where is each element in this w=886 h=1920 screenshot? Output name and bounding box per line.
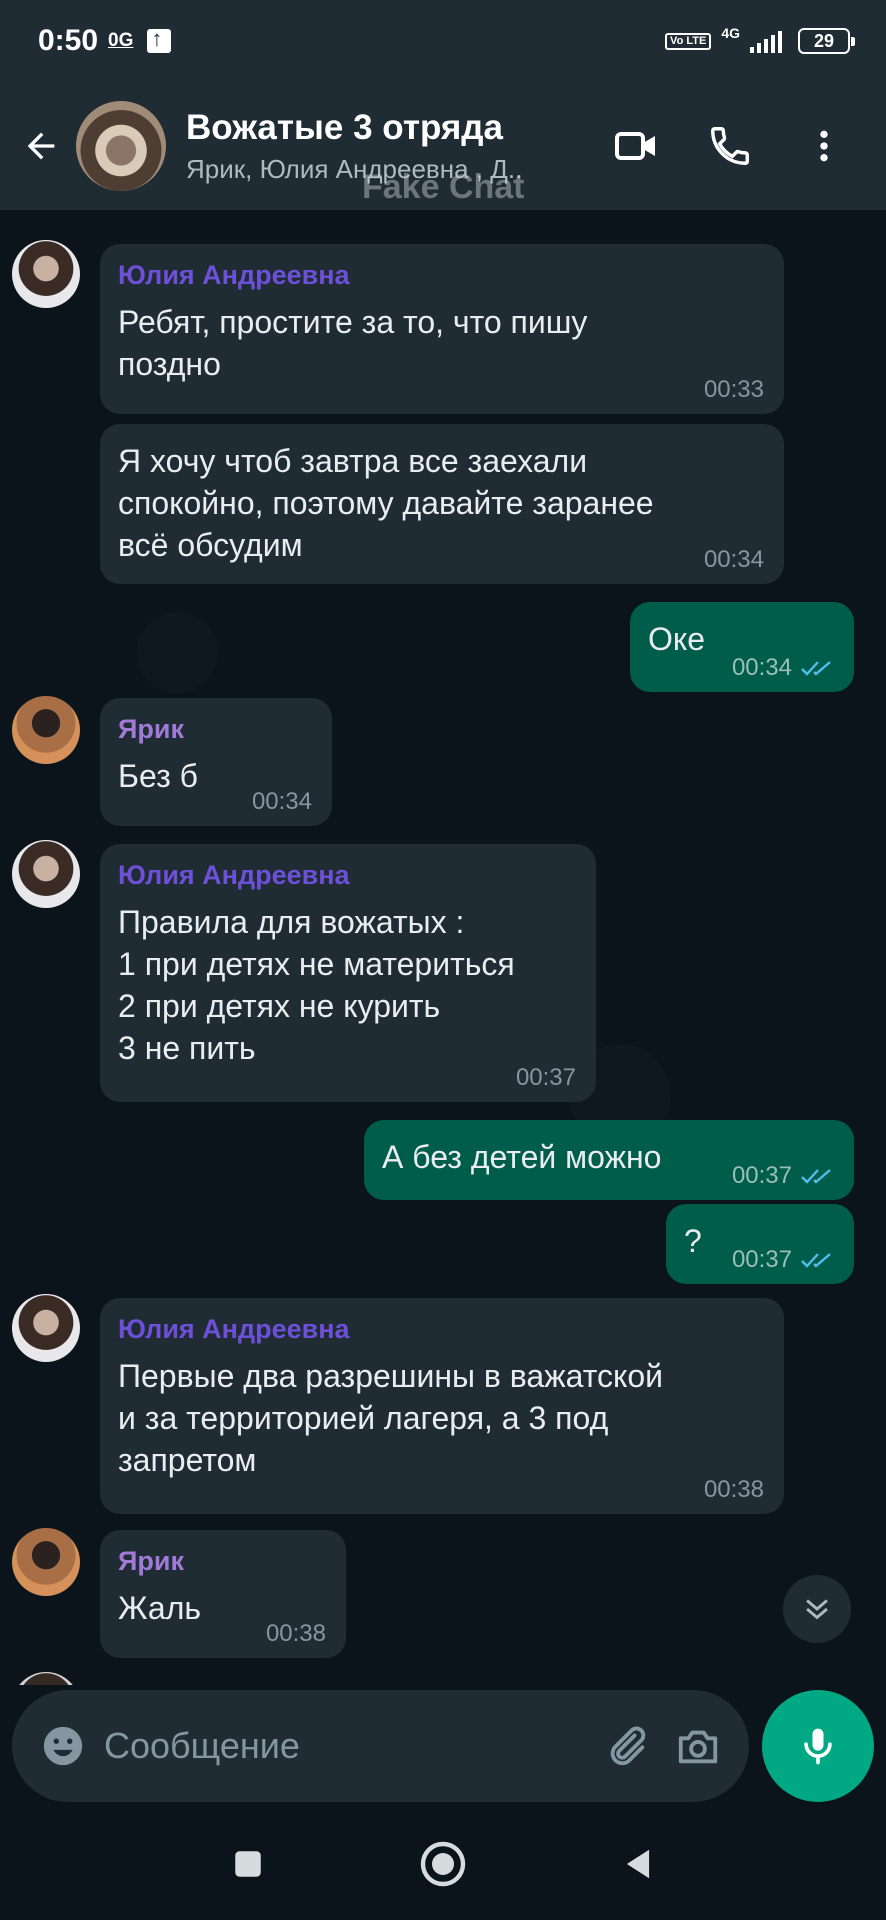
battery-icon: 29 [798, 28, 855, 54]
volte-icon: Vo LTE [665, 32, 712, 50]
status-indicators: Vo LTE 4G 29 [665, 25, 855, 54]
more-vertical-icon [820, 130, 828, 162]
sender-name[interactable]: Юлия Андреевна [118, 1314, 766, 1345]
read-ticks-icon [801, 661, 831, 676]
message-time: 00:34 [251, 788, 312, 815]
nav-circle-icon [420, 1841, 466, 1887]
message-text: Я хочу чтоб завтра все заехали спокойно,… [118, 443, 654, 563]
back-button[interactable] [18, 123, 64, 169]
signal-icon [750, 29, 782, 53]
group-avatar[interactable] [76, 101, 166, 191]
attach-icon [610, 1726, 646, 1766]
avatar[interactable] [12, 240, 80, 308]
status-bar: 0:50 0G Vo LTE 4G 29 [0, 0, 886, 82]
sender-name[interactable]: Ярик [118, 1546, 328, 1577]
message-time: 00:34 [703, 546, 764, 573]
header-actions [612, 122, 848, 170]
message-input[interactable] [104, 1725, 601, 1767]
message-time: 00:38 [265, 1620, 326, 1647]
message-time: 00:37 [515, 1064, 576, 1091]
message-list[interactable]: Юлия Андреевна Ребят, простите за то, чт… [0, 210, 886, 1685]
nav-triangle-icon [627, 1849, 650, 1879]
read-ticks-icon [801, 1253, 831, 1268]
upload-icon [147, 26, 172, 53]
phone-icon [711, 127, 749, 165]
message-time: 00:33 [703, 376, 764, 403]
battery-level: 29 [813, 30, 835, 51]
mic-icon [804, 1728, 832, 1765]
message-incoming[interactable]: Ярик Без б 00:34 [100, 698, 332, 826]
message-incoming[interactable]: Ярик Жаль 00:38 [100, 1530, 346, 1658]
emoji-icon [43, 1726, 83, 1766]
home-button[interactable] [413, 1834, 473, 1894]
network-type: 4G [721, 25, 740, 41]
camera-icon [678, 1730, 718, 1764]
back-arrow-icon [27, 132, 55, 160]
watermark: Fake Chat [362, 168, 525, 206]
sender-name[interactable]: Юлия Андреевна [118, 260, 766, 291]
camera-button[interactable] [673, 1721, 723, 1771]
voice-call-button[interactable] [706, 122, 754, 170]
message-time: 00:37 [732, 1246, 834, 1274]
message-text: Первые два разрешины в важатской и за те… [118, 1358, 664, 1478]
system-nav-bar [0, 1808, 886, 1920]
avatar[interactable] [12, 1294, 80, 1362]
message-time: 00:37 [732, 1162, 834, 1190]
read-ticks-icon [801, 1169, 831, 1184]
chevron-down-icon [806, 1599, 828, 1620]
avatar[interactable] [12, 1528, 80, 1596]
avatar[interactable] [12, 840, 80, 908]
attach-button[interactable] [601, 1721, 651, 1771]
nav-square-icon [234, 1851, 261, 1877]
message-incoming[interactable]: Я хочу чтоб завтра все заехали спокойно,… [100, 424, 784, 584]
scroll-to-bottom-button[interactable] [783, 1575, 851, 1643]
avatar[interactable] [12, 696, 80, 764]
message-time: 00:34 [732, 654, 834, 682]
message-incoming[interactable]: Юлия Андреевна Ребят, простите за то, чт… [100, 244, 784, 414]
video-call-icon [615, 132, 655, 160]
back-nav-button[interactable] [608, 1834, 668, 1894]
status-time: 0:50 [38, 24, 99, 57]
sender-name[interactable]: Юлия Андреевна [118, 860, 578, 891]
message-time: 00:38 [703, 1476, 764, 1503]
video-call-button[interactable] [612, 122, 660, 170]
message-incoming[interactable]: Юлия Андреевна Первые два разрешины в ва… [100, 1298, 784, 1514]
message-outgoing[interactable]: Оке 00:34 [630, 602, 854, 692]
more-options-button[interactable] [800, 122, 848, 170]
sender-name[interactable]: Ярик [118, 714, 314, 745]
voice-record-button[interactable] [762, 1690, 874, 1802]
status-badge: 0G [108, 30, 134, 51]
message-composer [12, 1690, 749, 1802]
message-incoming[interactable]: Юлия Андреевна Правила для вожатых : 1 п… [100, 844, 596, 1102]
avatar[interactable] [12, 1672, 80, 1685]
chat-title: Вожатые 3 отряда [186, 107, 503, 147]
message-outgoing[interactable]: А без детей можно 00:37 [364, 1120, 854, 1200]
message-text: Ребят, простите за то, что пишу поздно [118, 304, 588, 382]
message-outgoing[interactable]: ? 00:37 [666, 1204, 854, 1284]
emoji-button[interactable] [38, 1721, 88, 1771]
recent-apps-button[interactable] [218, 1834, 278, 1894]
message-text: Правила для вожатых : 1 при детях не мат… [118, 904, 515, 1066]
